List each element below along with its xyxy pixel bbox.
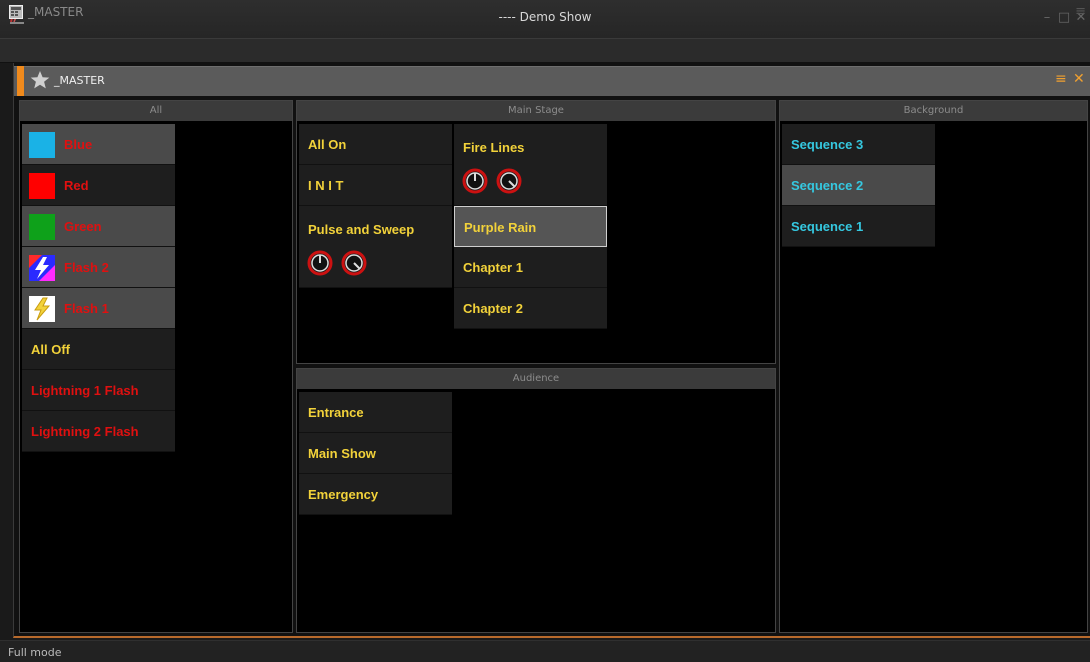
speed-knob-icon[interactable] xyxy=(341,250,367,276)
view-header xyxy=(14,66,1090,96)
sequence-2[interactable]: Sequence 2 xyxy=(782,165,935,206)
cue-flash-1[interactable]: Flash 1 xyxy=(22,288,175,329)
cue-label: Green xyxy=(64,219,102,234)
cue-label: Pulse and Sweep xyxy=(308,222,415,237)
cue-all-on[interactable]: All On xyxy=(299,124,452,165)
cue-label: Flash 1 xyxy=(64,301,109,316)
panel-all-title: All xyxy=(20,101,292,121)
cue-entrance[interactable]: Entrance xyxy=(299,392,452,433)
red-swatch-icon xyxy=(29,173,55,199)
cue-flash-2[interactable]: Flash 2 xyxy=(22,247,175,288)
star-icon[interactable] xyxy=(30,70,50,90)
layout-icon xyxy=(9,5,23,19)
master-toolbar xyxy=(0,38,1090,63)
cue-lightning-2-flash[interactable]: Lightning 2 Flash xyxy=(22,411,175,452)
cue-label: Blue xyxy=(64,137,93,152)
window-title: ---- Demo Show xyxy=(498,10,592,24)
maximize-button[interactable]: □ xyxy=(1057,10,1071,25)
sequence-3[interactable]: Sequence 3 xyxy=(782,124,935,165)
panel-background-title: Background xyxy=(780,101,1087,121)
cue-all-off[interactable]: All Off xyxy=(22,329,175,370)
cue-fire-lines[interactable]: Fire Lines xyxy=(454,124,607,206)
panel-all: All Blue Red Green Flash 2 Flash 1 All O… xyxy=(19,100,293,633)
cue-label: Red xyxy=(64,178,89,193)
master-title: _MASTER xyxy=(28,5,84,19)
cue-label: Flash 2 xyxy=(64,260,109,275)
panel-main-stage: Main Stage All On I N I T Pulse and Swee… xyxy=(296,100,776,364)
panel-audience-title: Audience xyxy=(297,369,775,389)
intensity-knob-icon[interactable] xyxy=(462,168,488,194)
cue-main-show[interactable]: Main Show xyxy=(299,433,452,474)
blue-swatch-icon xyxy=(29,132,55,158)
minimize-button[interactable]: – xyxy=(1040,10,1054,25)
intensity-knob-icon[interactable] xyxy=(307,250,333,276)
panel-audience: Audience Entrance Main Show Emergency xyxy=(296,368,776,633)
panel-main-stage-title: Main Stage xyxy=(297,101,775,121)
speed-knob-icon[interactable] xyxy=(496,168,522,194)
cue-emergency[interactable]: Emergency xyxy=(299,474,452,515)
green-swatch-icon xyxy=(29,214,55,240)
cue-red[interactable]: Red xyxy=(22,165,175,206)
view-menu-icon[interactable]: ≡ xyxy=(1055,71,1067,87)
cue-chapter-2[interactable]: Chapter 2 xyxy=(454,288,607,329)
cue-purple-rain[interactable]: Purple Rain xyxy=(454,206,607,247)
cue-blue[interactable]: Blue xyxy=(22,124,175,165)
cue-init[interactable]: I N I T xyxy=(299,165,452,206)
panel-background: Background Sequence 3 Sequence 2 Sequenc… xyxy=(779,100,1088,633)
master-menu-icon[interactable]: ≡ xyxy=(1075,4,1086,19)
accent-strip xyxy=(17,66,24,96)
lightning-icon xyxy=(29,296,55,322)
cue-chapter-1[interactable]: Chapter 1 xyxy=(454,247,607,288)
cue-label: Fire Lines xyxy=(463,140,525,155)
status-bar xyxy=(0,640,1090,662)
view-close-icon[interactable]: ✕ xyxy=(1073,71,1085,87)
cue-pulse-and-sweep[interactable]: Pulse and Sweep xyxy=(299,206,452,288)
sequence-1[interactable]: Sequence 1 xyxy=(782,206,935,247)
status-text: Full mode xyxy=(8,646,62,659)
flash-2-icon xyxy=(29,255,55,281)
cue-green[interactable]: Green xyxy=(22,206,175,247)
view-title: _MASTER xyxy=(54,74,105,87)
cue-lightning-1-flash[interactable]: Lightning 1 Flash xyxy=(22,370,175,411)
